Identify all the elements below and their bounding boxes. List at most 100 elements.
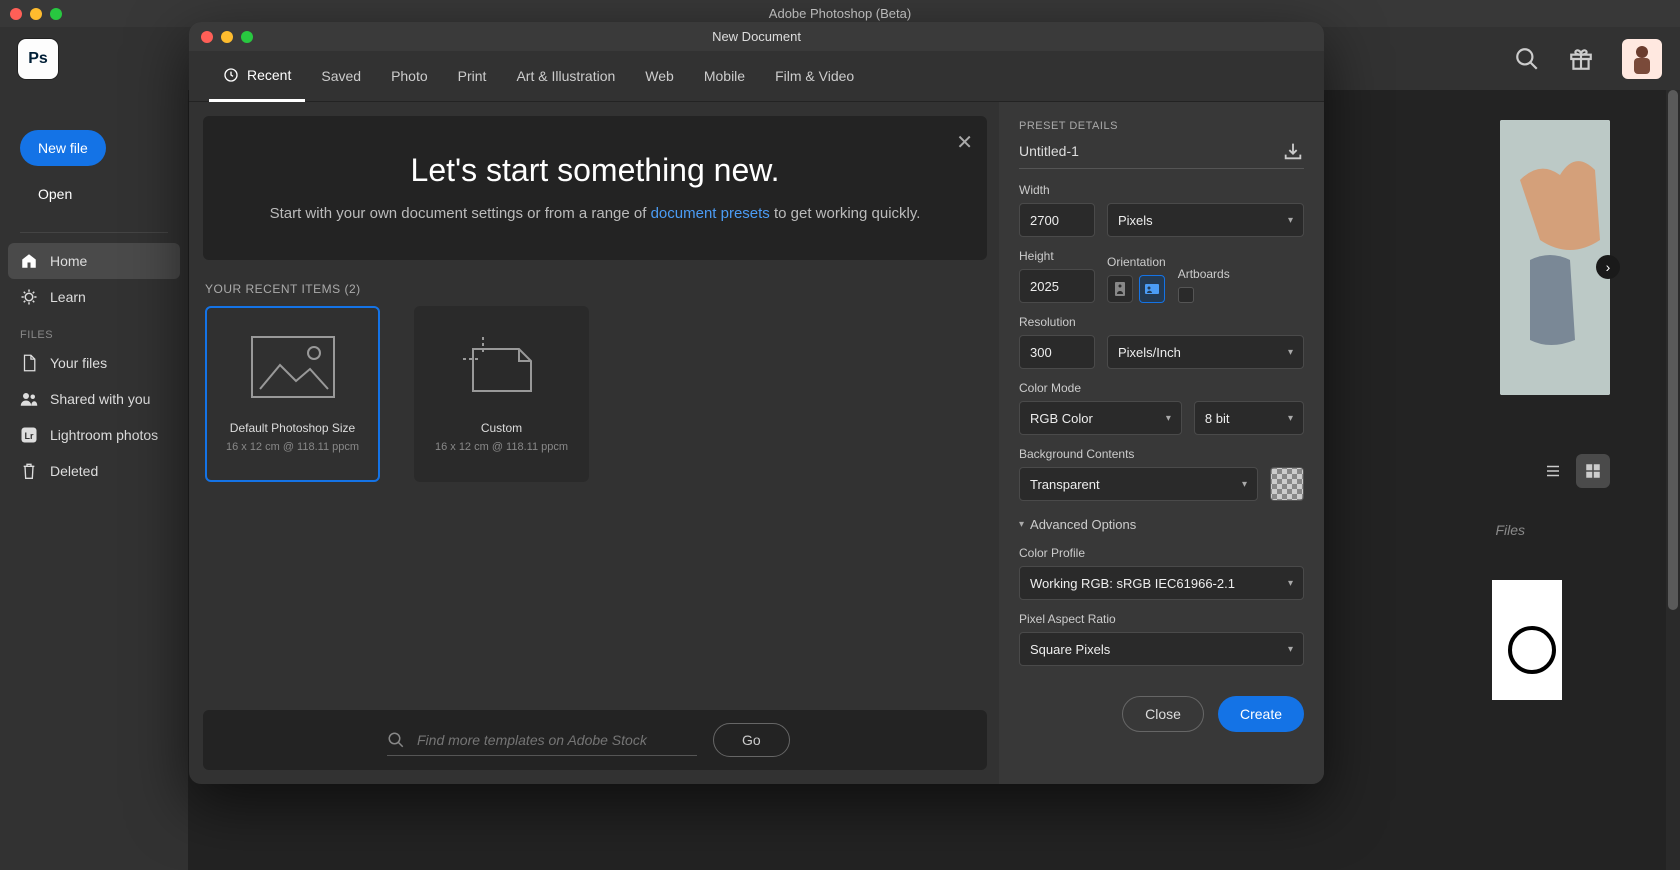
- color-mode-label: Color Mode: [1019, 381, 1304, 395]
- document-name-input[interactable]: [1019, 143, 1272, 159]
- stock-search-input[interactable]: [417, 732, 697, 748]
- tab-recent[interactable]: Recent: [209, 51, 305, 102]
- people-icon: [20, 390, 38, 408]
- bit-depth-select[interactable]: 8 bit▾: [1194, 401, 1304, 435]
- file-icon: [20, 354, 38, 372]
- chevron-down-icon: ▾: [1019, 519, 1024, 530]
- preset-browser: ✕ Let's start something new. Start with …: [189, 102, 999, 784]
- width-label: Width: [1019, 183, 1304, 197]
- save-preset-icon[interactable]: [1282, 140, 1304, 162]
- recent-items-header: YOUR RECENT ITEMS (2): [205, 282, 987, 296]
- preset-details-header: PRESET DETAILS: [1019, 120, 1304, 132]
- resolution-units-select[interactable]: Pixels/Inch▾: [1107, 335, 1304, 369]
- app-icon[interactable]: Ps: [18, 39, 58, 79]
- pixel-aspect-select[interactable]: Square Pixels▾: [1019, 632, 1304, 666]
- dialog-footer: Close Create: [1019, 678, 1304, 736]
- sidebar-item-deleted[interactable]: Deleted: [0, 453, 188, 489]
- dialog-title: New Document: [712, 29, 801, 44]
- trash-icon: [20, 462, 38, 480]
- learn-icon: [20, 288, 38, 306]
- chevron-down-icon: ▾: [1288, 347, 1293, 358]
- tab-label: Mobile: [704, 68, 745, 84]
- chevron-down-icon: ▾: [1288, 215, 1293, 226]
- tab-label: Print: [458, 68, 487, 84]
- tab-photo[interactable]: Photo: [377, 52, 442, 100]
- dialog-zoom-traffic[interactable]: [241, 31, 253, 43]
- files-filter-label[interactable]: Files: [1495, 522, 1525, 538]
- artboards-checkbox[interactable]: [1178, 287, 1194, 303]
- sidebar-item-learn[interactable]: Learn: [0, 279, 188, 315]
- tab-web[interactable]: Web: [631, 52, 688, 100]
- preset-card-default[interactable]: Default Photoshop Size 16 x 12 cm @ 118.…: [205, 306, 380, 482]
- sidebar-item-lightroom[interactable]: Lr Lightroom photos: [0, 417, 188, 453]
- suggestion-thumbnail[interactable]: [1500, 120, 1610, 395]
- go-button[interactable]: Go: [713, 723, 790, 757]
- height-label: Height: [1019, 249, 1095, 263]
- bg-contents-label: Background Contents: [1019, 447, 1304, 461]
- color-mode-select[interactable]: RGB Color▾: [1019, 401, 1182, 435]
- tab-label: Film & Video: [775, 68, 854, 84]
- preset-meta: 16 x 12 cm @ 118.11 ppcm: [226, 441, 359, 453]
- files-section-header: FILES: [0, 315, 188, 345]
- carousel-next-button[interactable]: ›: [1596, 255, 1620, 279]
- artboards-label: Artboards: [1178, 267, 1230, 281]
- sidebar-item-label: Learn: [50, 289, 86, 305]
- sidebar-item-label: Your files: [50, 355, 107, 371]
- preset-card-custom[interactable]: Custom 16 x 12 cm @ 118.11 ppcm: [414, 306, 589, 482]
- sidebar-item-shared[interactable]: Shared with you: [0, 381, 188, 417]
- scrollbar[interactable]: [1666, 90, 1680, 870]
- tab-film[interactable]: Film & Video: [761, 52, 868, 100]
- new-file-button[interactable]: New file: [20, 130, 106, 166]
- orientation-landscape-button[interactable]: [1139, 275, 1165, 303]
- close-icon[interactable]: ✕: [956, 130, 973, 155]
- new-document-dialog: New Document Recent Saved Photo Print Ar…: [189, 22, 1324, 784]
- dialog-close-traffic[interactable]: [201, 31, 213, 43]
- document-presets-link[interactable]: document presets: [651, 205, 770, 222]
- open-button[interactable]: Open: [20, 176, 90, 212]
- window-minimize[interactable]: [30, 8, 42, 20]
- avatar[interactable]: [1622, 39, 1662, 79]
- sidebar-item-label: Home: [50, 253, 87, 269]
- units-select[interactable]: Pixels▾: [1107, 203, 1304, 237]
- tab-print[interactable]: Print: [444, 52, 501, 100]
- advanced-options-toggle[interactable]: ▾ Advanced Options: [1019, 517, 1304, 532]
- bg-color-swatch[interactable]: [1270, 467, 1304, 501]
- width-input[interactable]: [1019, 203, 1095, 237]
- grid-view-button[interactable]: [1576, 454, 1610, 488]
- sidebar-item-home[interactable]: Home: [8, 243, 180, 279]
- stock-search-bar: Go: [203, 710, 987, 770]
- bg-contents-select[interactable]: Transparent▾: [1019, 467, 1258, 501]
- hero-banner: ✕ Let's start something new. Start with …: [203, 116, 987, 260]
- close-button[interactable]: Close: [1122, 696, 1204, 732]
- tab-label: Art & Illustration: [516, 68, 615, 84]
- tab-saved[interactable]: Saved: [307, 52, 375, 100]
- create-button[interactable]: Create: [1218, 696, 1304, 732]
- chevron-down-icon: ▾: [1166, 413, 1171, 424]
- color-profile-select[interactable]: Working RGB: sRGB IEC61966-2.1▾: [1019, 566, 1304, 600]
- preset-name: Custom: [481, 421, 522, 435]
- height-input[interactable]: [1019, 269, 1095, 303]
- tab-art[interactable]: Art & Illustration: [502, 52, 629, 100]
- pixel-aspect-label: Pixel Aspect Ratio: [1019, 612, 1304, 626]
- gift-icon[interactable]: [1568, 46, 1594, 72]
- window-close[interactable]: [10, 8, 22, 20]
- chevron-down-icon: ▾: [1288, 413, 1293, 424]
- svg-text:Lr: Lr: [25, 431, 34, 441]
- tab-label: Recent: [247, 67, 291, 83]
- sidebar-item-label: Deleted: [50, 463, 98, 479]
- sidebar-item-your-files[interactable]: Your files: [0, 345, 188, 381]
- list-view-button[interactable]: [1536, 454, 1570, 488]
- orientation-label: Orientation: [1107, 255, 1166, 269]
- search-icon[interactable]: [1514, 46, 1540, 72]
- chevron-down-icon: ▾: [1288, 644, 1293, 655]
- orientation-portrait-button[interactable]: [1107, 275, 1133, 303]
- recent-file-thumbnail[interactable]: [1492, 580, 1562, 700]
- resolution-label: Resolution: [1019, 315, 1304, 329]
- resolution-input[interactable]: [1019, 335, 1095, 369]
- chevron-down-icon: ▾: [1288, 578, 1293, 589]
- tab-mobile[interactable]: Mobile: [690, 52, 759, 100]
- window-zoom[interactable]: [50, 8, 62, 20]
- preset-thumb-icon: [459, 335, 545, 399]
- dialog-titlebar: New Document: [189, 22, 1324, 51]
- dialog-minimize-traffic[interactable]: [221, 31, 233, 43]
